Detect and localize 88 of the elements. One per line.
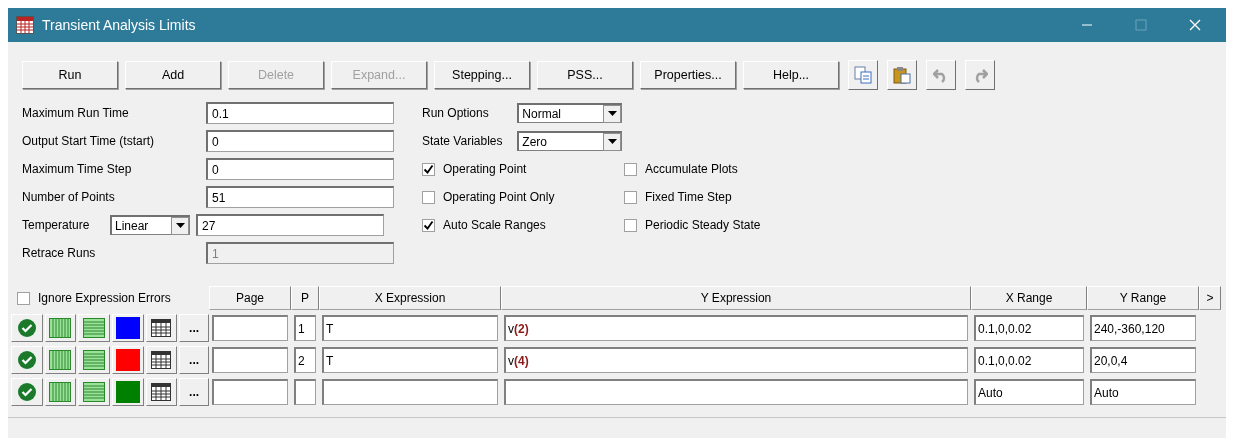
input-field[interactable]: 51	[206, 186, 394, 208]
checkbox-label: Accumulate Plots	[645, 162, 738, 176]
horizontal-grid-icon[interactable]	[83, 318, 106, 338]
table-cell[interactable]	[212, 347, 288, 373]
input-field[interactable]: 0	[206, 130, 394, 152]
dropdown[interactable]: Zero	[517, 131, 622, 151]
color-swatch[interactable]	[115, 317, 140, 339]
check-circle-icon[interactable]	[16, 318, 37, 338]
table-cell[interactable]: 240,-360,120	[1090, 315, 1196, 341]
more-button[interactable]: ...	[179, 346, 209, 374]
horizontal-grid-icon[interactable]	[83, 382, 106, 402]
column-header[interactable]: Y Range	[1087, 286, 1199, 310]
column-header[interactable]: Page	[209, 286, 291, 310]
more-button[interactable]: ...	[179, 314, 209, 342]
toolbar-button[interactable]: Run	[22, 61, 118, 89]
table-cell[interactable]	[294, 379, 316, 405]
field-label: Retrace Runs	[22, 246, 97, 260]
table-icon[interactable]	[151, 351, 172, 369]
checkbox-label: Fixed Time Step	[645, 190, 732, 204]
table-cell[interactable]: Auto	[1090, 379, 1196, 405]
checkbox[interactable]	[624, 218, 637, 232]
checkbox[interactable]	[422, 218, 435, 232]
caret-down-icon[interactable]	[607, 111, 617, 116]
input-field[interactable]: 0.1	[206, 102, 394, 124]
input-field[interactable]: 0	[206, 158, 394, 180]
checkbox-label: Periodic Steady State	[645, 218, 761, 232]
checkbox-label: Operating Point	[443, 162, 527, 176]
table-cell[interactable]	[212, 315, 288, 341]
column-header[interactable]: X Range	[971, 286, 1087, 310]
field-label: Temperature	[22, 218, 91, 232]
color-swatch[interactable]	[115, 349, 140, 371]
table-icon[interactable]	[151, 319, 172, 337]
table-cell[interactable]: v(2)	[504, 315, 968, 341]
table-cell[interactable]: 0.1,0,0.02	[974, 315, 1084, 341]
checkbox-label: Ignore Expression Errors	[38, 291, 171, 305]
field-label: Run Options	[422, 106, 490, 120]
input-field[interactable]: 27	[196, 214, 384, 236]
toolbar-button[interactable]: PSS...	[537, 61, 633, 89]
window-title: Transient Analysis Limits	[42, 17, 197, 33]
caret-down-icon[interactable]	[175, 223, 185, 228]
table-cell[interactable]: 1	[294, 315, 316, 341]
dropdown[interactable]: Normal	[517, 103, 622, 123]
field-label: State Variables	[422, 134, 504, 148]
toolbar-button[interactable]: Stepping...	[434, 61, 530, 89]
vertical-grid-icon[interactable]	[49, 350, 72, 370]
more-button[interactable]: ...	[179, 378, 209, 406]
checkbox[interactable]	[624, 162, 637, 176]
mode-dropdown[interactable]: Linear	[110, 215, 190, 235]
table-cell[interactable]	[212, 379, 288, 405]
paste-button[interactable]	[887, 60, 917, 90]
table-cell[interactable]: v(4)	[504, 347, 968, 373]
column-header[interactable]: X Expression	[319, 286, 501, 310]
table-cell[interactable]: 0.1,0,0.02	[974, 347, 1084, 373]
toolbar-button[interactable]: Properties...	[640, 61, 736, 89]
grid-icon	[16, 16, 34, 34]
check-circle-icon[interactable]	[16, 350, 37, 370]
table-cell[interactable]: 20,0,4	[1090, 347, 1196, 373]
checkbox[interactable]	[624, 190, 637, 204]
field-label: Maximum Time Step	[22, 162, 133, 176]
toolbar-button[interactable]: Add	[125, 61, 221, 89]
vertical-grid-icon[interactable]	[49, 318, 72, 338]
checkbox-label: Auto Scale Ranges	[443, 218, 546, 232]
clipboard-icon	[893, 66, 911, 84]
field-label: Number of Points	[22, 190, 116, 204]
checkbox-label: Operating Point Only	[443, 190, 555, 204]
color-swatch[interactable]	[115, 381, 140, 403]
copy-button[interactable]	[848, 60, 878, 90]
table-cell[interactable]	[504, 379, 968, 405]
column-header[interactable]: P	[291, 286, 319, 310]
table-cell[interactable]	[322, 379, 498, 405]
toolbar-button[interactable]: Help...	[743, 61, 839, 89]
check-circle-icon[interactable]	[16, 382, 37, 402]
horizontal-grid-icon[interactable]	[83, 350, 106, 370]
caret-down-icon[interactable]	[607, 139, 617, 144]
table-icon[interactable]	[151, 383, 172, 401]
checkbox[interactable]	[422, 162, 435, 176]
table-cell[interactable]: T	[322, 315, 498, 341]
table-cell[interactable]: T	[322, 347, 498, 373]
checkbox[interactable]	[17, 291, 30, 305]
copy-icon	[854, 66, 872, 84]
vertical-grid-icon[interactable]	[49, 382, 72, 402]
checkbox[interactable]	[422, 190, 435, 204]
field-label: Maximum Run Time	[22, 106, 130, 120]
column-header[interactable]: Y Expression	[501, 286, 971, 310]
table-cell[interactable]: 2	[294, 347, 316, 373]
field-label: Output Start Time (tstart)	[22, 134, 156, 148]
table-cell[interactable]: Auto	[974, 379, 1084, 405]
scroll-columns-button[interactable]: >	[1199, 286, 1221, 310]
